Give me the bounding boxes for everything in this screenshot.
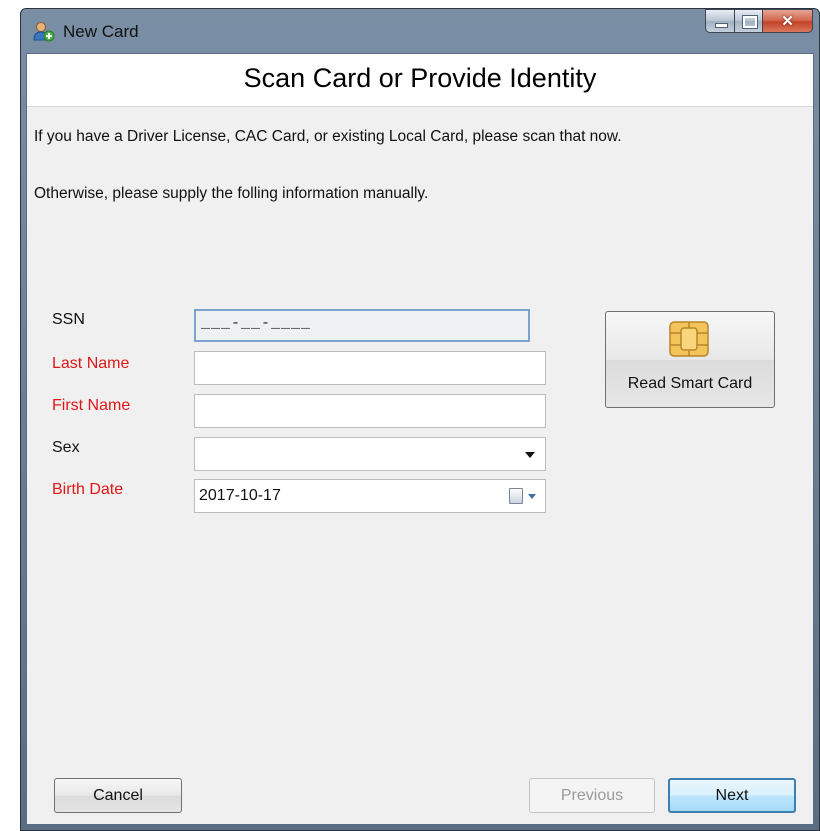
window-controls: ✕ [705,9,813,35]
minimize-icon [715,23,728,28]
cancel-button[interactable]: Cancel [54,778,182,813]
dialog-body: Scan Card or Provide Identity If you hav… [26,53,814,825]
read-smart-card-label: Read Smart Card [627,375,753,392]
last-name-label: Last Name [52,355,130,372]
page-title: Scan Card or Provide Identity [243,63,597,93]
dialog-header: Scan Card or Provide Identity [27,54,813,107]
first-name-label: First Name [52,397,131,414]
ssn-input[interactable]: ___-__-____ [194,309,530,342]
ssn-label: SSN [52,311,85,328]
last-name-input[interactable] [194,351,546,385]
maximize-icon [743,16,757,28]
smart-card-chip-icon [669,321,709,357]
sex-label: Sex [52,439,80,456]
window-frame: New Card ✕ Scan Card or Provide Identity… [20,8,820,831]
birth-date-picker[interactable]: 2017-10-17 [194,479,546,513]
previous-button[interactable]: Previous [529,778,655,813]
maximize-button[interactable] [735,9,763,33]
sex-select[interactable] [194,437,546,471]
minimize-button[interactable] [705,9,735,33]
birth-date-value: 2017-10-17 [199,487,281,504]
close-icon: ✕ [781,13,794,30]
calendar-icon[interactable] [509,488,523,504]
ssn-value: ___-__-____ [201,315,312,332]
close-button[interactable]: ✕ [763,9,813,33]
birth-date-label: Birth Date [52,481,124,498]
next-button[interactable]: Next [668,778,796,813]
chevron-down-icon [525,452,535,458]
calendar-dropdown-icon[interactable] [528,494,536,499]
title-bar[interactable]: New Card ✕ [21,9,819,53]
window-title: New Card [63,22,139,41]
read-smart-card-button[interactable]: Read Smart Card [605,311,775,408]
user-add-icon [33,22,55,42]
first-name-input[interactable] [194,394,546,428]
instruction-manual: Otherwise, please supply the folling inf… [34,185,429,202]
instruction-scan: If you have a Driver License, CAC Card, … [34,128,622,145]
